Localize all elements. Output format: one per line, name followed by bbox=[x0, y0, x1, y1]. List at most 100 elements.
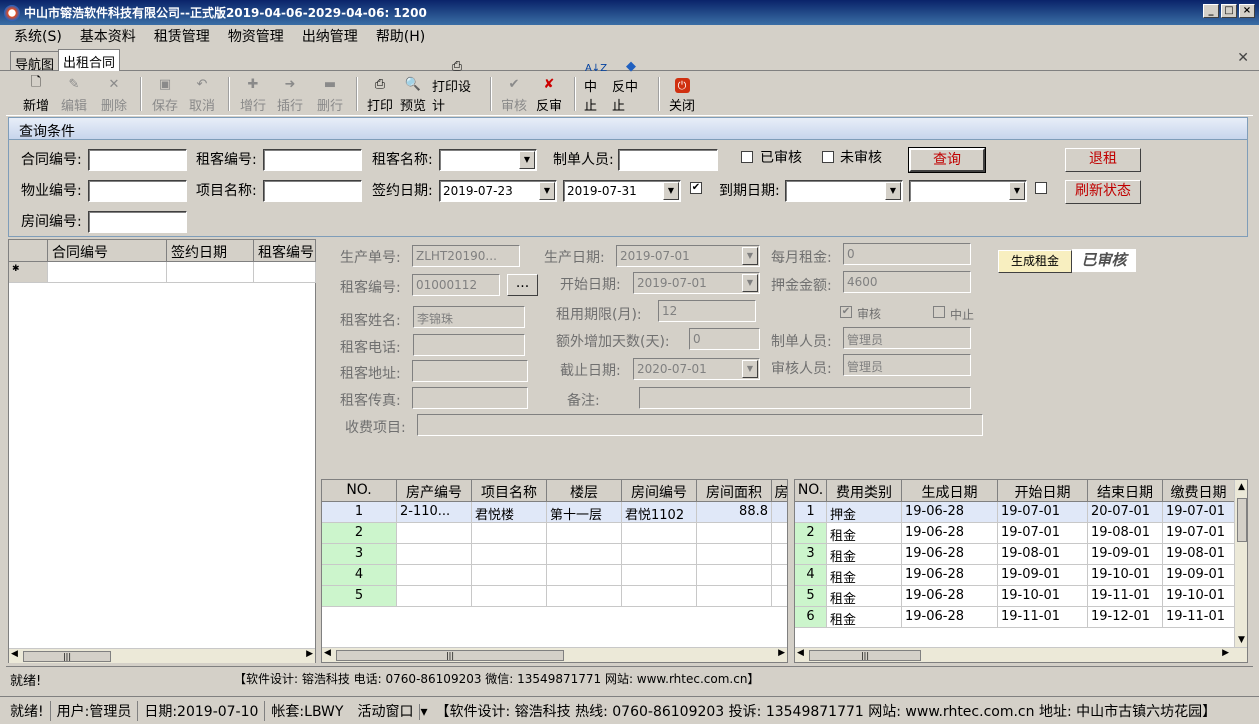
row-number[interactable]: 2 bbox=[795, 523, 827, 544]
cancel-button[interactable]: ↶ 取消 bbox=[182, 72, 222, 115]
column-header[interactable]: 房产编号 bbox=[397, 480, 472, 502]
table-cell[interactable]: 19-09-01 bbox=[1088, 544, 1163, 565]
table-cell[interactable] bbox=[547, 523, 622, 544]
table-cell[interactable]: 19-08-01 bbox=[998, 544, 1088, 565]
prod-date-field[interactable]: 2019-07-01 ▼ bbox=[616, 245, 760, 267]
column-header[interactable]: 房间编号 bbox=[622, 480, 697, 502]
row-number[interactable]: 2 bbox=[322, 523, 397, 544]
room-no-input[interactable] bbox=[88, 211, 187, 233]
sign-date-to-picker[interactable]: 2019-07-31 ▼ bbox=[563, 180, 681, 202]
table-cell[interactable] bbox=[697, 523, 772, 544]
scroll-right-icon[interactable]: ▶ bbox=[1222, 648, 1229, 658]
column-header[interactable]: 费用类别 bbox=[827, 480, 902, 502]
new-button[interactable]: 🗋 新增 bbox=[18, 72, 54, 114]
end-date-field[interactable]: 2020-07-01 ▼ bbox=[633, 358, 760, 380]
column-header[interactable]: 开始日期 bbox=[998, 480, 1088, 502]
table-cell[interactable] bbox=[547, 586, 622, 607]
scroll-up-icon[interactable]: ▲ bbox=[1238, 482, 1245, 492]
table-cell[interactable] bbox=[472, 586, 547, 607]
table-cell[interactable]: 租金 bbox=[827, 523, 902, 544]
sign-date-enable-checkbox[interactable]: ✔ bbox=[690, 182, 702, 194]
column-header[interactable]: 项目名称 bbox=[472, 480, 547, 502]
menu-basic-data[interactable]: 基本资料 bbox=[80, 26, 136, 46]
table-row[interactable] bbox=[254, 262, 316, 283]
approve-button[interactable]: ✔ 审核 bbox=[498, 72, 530, 115]
table-cell[interactable]: 租金 bbox=[827, 565, 902, 586]
chevron-down-icon[interactable]: ▼ bbox=[742, 247, 758, 265]
table-cell[interactable]: 19-06-28 bbox=[902, 586, 998, 607]
lease-term-field[interactable]: 12 bbox=[658, 300, 756, 322]
chevron-down-icon[interactable]: ▼ bbox=[539, 182, 555, 200]
column-header[interactable]: NO. bbox=[795, 480, 827, 502]
column-header[interactable]: 房间面积 bbox=[697, 480, 772, 502]
table-cell[interactable]: 19-06-28 bbox=[902, 544, 998, 565]
row-number[interactable]: 1 bbox=[795, 502, 827, 523]
remark-field[interactable] bbox=[639, 387, 971, 409]
menu-lease-management[interactable]: 租赁管理 bbox=[154, 26, 210, 46]
table-cell[interactable] bbox=[772, 502, 787, 523]
horizontal-scrollbar[interactable]: ◀ ||| ▶ bbox=[9, 648, 315, 663]
horizontal-scrollbar[interactable]: ◀ ||| ▶ bbox=[795, 647, 1247, 662]
column-header[interactable]: 结束日期 bbox=[1088, 480, 1163, 502]
save-button[interactable]: ▣ 保存 bbox=[148, 72, 182, 115]
return-lease-button[interactable]: 退租 bbox=[1065, 148, 1141, 172]
prod-no-field[interactable]: ZLHT20190... bbox=[412, 245, 520, 267]
table-cell[interactable]: 19-07-01 bbox=[998, 523, 1088, 544]
insert-row-button[interactable]: ➜ 插行 bbox=[270, 72, 310, 115]
refresh-status-button[interactable]: 刷新状态 bbox=[1065, 180, 1141, 204]
table-cell[interactable]: 19-06-28 bbox=[902, 565, 998, 586]
table-cell[interactable]: 2-110... bbox=[397, 502, 472, 523]
column-header[interactable]: 签约日期 bbox=[167, 240, 254, 262]
table-cell[interactable]: 19-11-01 bbox=[1088, 586, 1163, 607]
chevron-down-icon[interactable]: ▼ bbox=[519, 151, 535, 169]
fee-items-field[interactable] bbox=[417, 414, 983, 436]
tenant-name-select[interactable]: ▼ bbox=[439, 149, 537, 171]
table-cell[interactable]: 押金 bbox=[827, 502, 902, 523]
column-header[interactable]: 房 bbox=[772, 480, 787, 502]
table-cell[interactable]: 君悦楼 bbox=[472, 502, 547, 523]
unapproved-checkbox[interactable] bbox=[822, 151, 834, 163]
approved-checkbox[interactable] bbox=[741, 151, 753, 163]
active-window-menu[interactable]: 活动窗口 ▾ bbox=[349, 701, 429, 721]
close-tab-icon[interactable]: ✕ bbox=[1237, 50, 1249, 66]
table-cell[interactable]: 19-09-01 bbox=[998, 565, 1088, 586]
column-header[interactable]: 楼层 bbox=[547, 480, 622, 502]
table-cell[interactable]: 19-07-01 bbox=[1163, 502, 1235, 523]
tenant-no-field[interactable]: 01000112 bbox=[412, 274, 500, 296]
tenant-name-field[interactable]: 李锦珠 bbox=[413, 306, 525, 328]
chevron-down-icon[interactable]: ▼ bbox=[663, 182, 679, 200]
tenant-phone-field[interactable] bbox=[413, 334, 525, 356]
table-cell[interactable] bbox=[772, 586, 787, 607]
table-cell[interactable] bbox=[697, 544, 772, 565]
table-cell[interactable]: 19-08-01 bbox=[1088, 523, 1163, 544]
start-date-field[interactable]: 2019-07-01 ▼ bbox=[633, 272, 760, 294]
column-header[interactable]: 缴费日期 bbox=[1163, 480, 1235, 502]
print-button[interactable]: ⎙ 打印 bbox=[364, 72, 396, 115]
table-cell[interactable]: 19-09-01 bbox=[1163, 565, 1235, 586]
delete-row-button[interactable]: ▬ 删行 bbox=[310, 72, 350, 115]
column-header[interactable]: 合同编号 bbox=[48, 240, 167, 262]
table-cell[interactable] bbox=[397, 586, 472, 607]
table-cell[interactable]: 19-07-01 bbox=[998, 502, 1088, 523]
column-header[interactable]: 生成日期 bbox=[902, 480, 998, 502]
horizontal-scrollbar[interactable]: ◀ ||| ▶ bbox=[322, 647, 787, 662]
tenant-address-field[interactable] bbox=[412, 360, 528, 382]
approve-checkbox[interactable]: ✔ bbox=[840, 306, 852, 318]
scrollbar-thumb[interactable]: ||| bbox=[809, 650, 921, 661]
expire-date-from-picker[interactable]: ▼ bbox=[785, 180, 903, 202]
tenant-no-input[interactable] bbox=[263, 149, 362, 171]
table-cell[interactable] bbox=[772, 565, 787, 586]
table-cell[interactable] bbox=[472, 523, 547, 544]
table-cell[interactable]: 19-06-28 bbox=[902, 523, 998, 544]
suspend-button[interactable]: A↓Z 中止 bbox=[582, 63, 610, 114]
table-cell[interactable]: 租金 bbox=[827, 586, 902, 607]
approver-field[interactable]: 管理员 bbox=[843, 354, 971, 376]
deposit-field[interactable]: 4600 bbox=[843, 271, 971, 293]
print-design-button[interactable]: ⎙ 打印设计 bbox=[430, 59, 484, 114]
table-cell[interactable]: 19-11-01 bbox=[1163, 607, 1235, 628]
menu-cashier-management[interactable]: 出纳管理 bbox=[302, 26, 358, 46]
table-cell[interactable]: 19-08-01 bbox=[1163, 544, 1235, 565]
table-cell[interactable]: 19-06-28 bbox=[902, 607, 998, 628]
table-cell[interactable] bbox=[622, 565, 697, 586]
table-cell[interactable]: 88.8 bbox=[697, 502, 772, 523]
